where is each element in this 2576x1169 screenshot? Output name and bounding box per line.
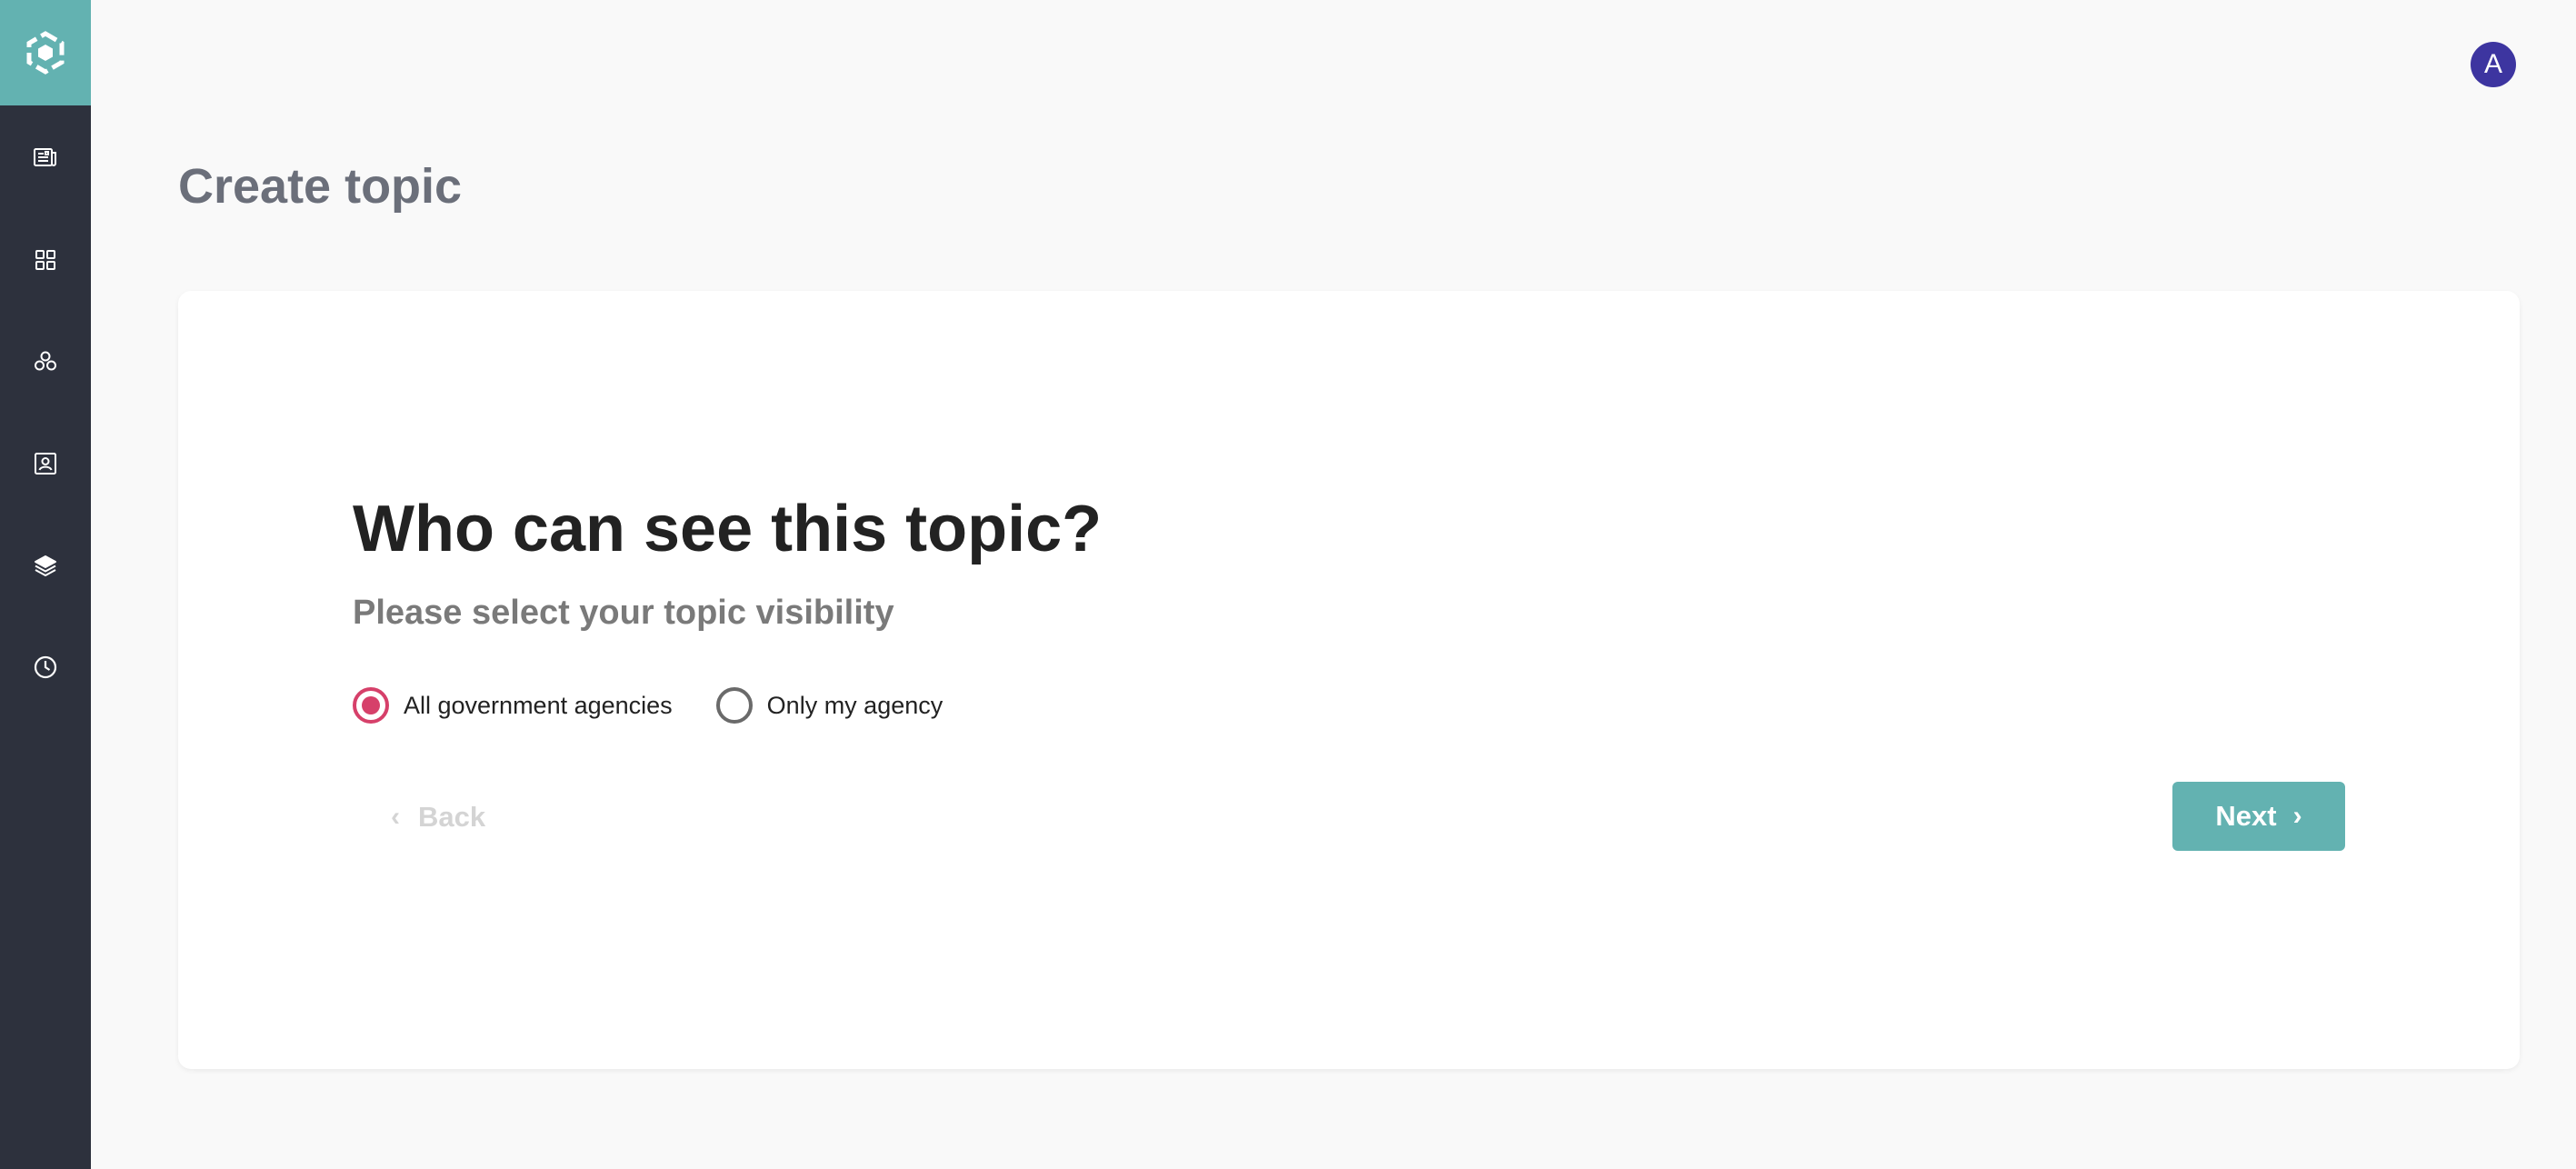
visibility-subtitle: Please select your topic visibility [353,594,894,632]
grid-icon [35,250,55,270]
clock-icon [34,655,57,679]
sidebar-item-community[interactable] [0,325,91,398]
radio-button-my-agency[interactable] [715,687,753,724]
form-card [178,291,2520,1069]
sidebar-item-news[interactable] [0,121,91,194]
contact-card-icon [35,453,56,475]
radio-selected-dot [362,696,380,714]
sidebar-item-contacts[interactable] [0,427,91,500]
news-icon [34,148,56,166]
sidebar-item-dashboard[interactable] [0,224,91,296]
visibility-radio-group: All government agencies Only my agency [353,685,986,725]
radio-label-my-agency: Only my agency [766,691,944,719]
next-button-label: Next [2215,800,2277,832]
layers-icon [35,555,56,576]
user-avatar[interactable]: A [2471,42,2516,87]
back-button[interactable]: ‹ Back [391,794,485,840]
page-title: Create topic [178,159,463,214]
radio-button-all-agencies[interactable] [353,687,389,724]
radio-label-all-agencies: All government agencies [404,691,673,719]
next-button[interactable]: Next › [2172,782,2345,851]
community-icon [35,351,56,371]
chevron-right-icon: › [2292,801,2302,831]
app-logo[interactable] [0,0,91,105]
chevron-left-icon: ‹ [391,802,400,832]
sidebar-item-history[interactable] [0,631,91,704]
sidebar-item-layers[interactable] [0,529,91,602]
radio-option-my-agency[interactable]: Only my agency [715,687,944,724]
cube-logo-icon [26,31,65,75]
back-button-label: Back [418,801,486,833]
visibility-question: Who can see this topic? [353,493,1103,565]
radio-option-all-agencies[interactable]: All government agencies [353,687,673,724]
sidebar [0,0,91,1169]
